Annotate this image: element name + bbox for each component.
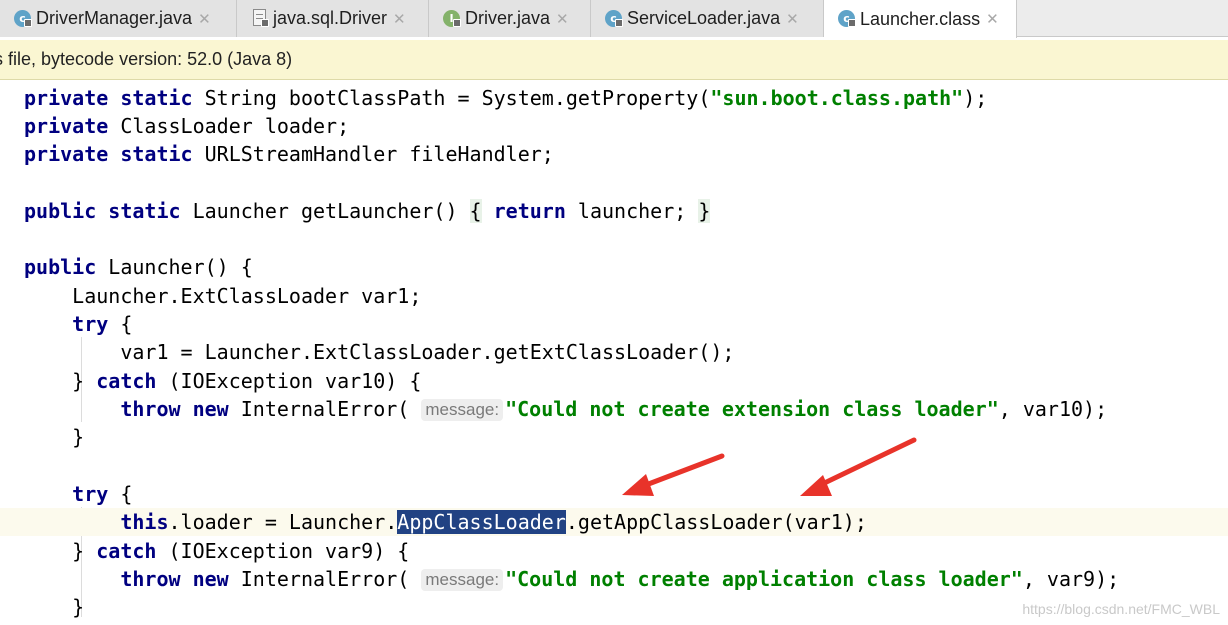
lock-icon xyxy=(261,18,269,27)
file-icon xyxy=(251,8,271,29)
lock-icon xyxy=(615,18,623,27)
red-arrow-2 xyxy=(800,437,917,496)
tab-java-sql-driver[interactable]: java.sql.Driver ✕ xyxy=(237,0,429,37)
close-icon[interactable]: ✕ xyxy=(198,10,211,28)
tab-label: java.sql.Driver xyxy=(273,8,388,28)
close-icon[interactable]: ✕ xyxy=(986,10,999,28)
annotation-arrows xyxy=(622,437,917,496)
tab-serviceloader-java[interactable]: c ServiceLoader.java ✕ xyxy=(591,0,824,37)
decompiled-file-banner: s file, bytecode version: 52.0 (Java 8) xyxy=(0,40,1228,80)
editor-tab-bar: c DriverManager.java ✕ java.sql.Driver ✕… xyxy=(0,0,1228,38)
lock-icon xyxy=(453,18,461,27)
interface-icon: I xyxy=(443,9,463,29)
tab-label: Launcher.class xyxy=(860,8,981,29)
close-icon[interactable]: ✕ xyxy=(393,10,406,28)
tab-label: Driver.java xyxy=(465,8,551,28)
tab-driver-java[interactable]: I Driver.java ✕ xyxy=(429,0,591,37)
class-icon: c xyxy=(605,9,625,29)
close-icon[interactable]: ✕ xyxy=(786,10,799,28)
class-icon: c xyxy=(14,9,34,29)
tab-label: DriverManager.java xyxy=(36,8,193,28)
tab-launcher-class[interactable]: c Launcher.class ✕ xyxy=(824,0,1017,38)
code-editor[interactable]: private static String bootClassPath = Sy… xyxy=(0,82,1228,625)
close-icon[interactable]: ✕ xyxy=(556,10,569,28)
tab-drivermanager-java[interactable]: c DriverManager.java ✕ xyxy=(0,0,237,37)
class-icon: c xyxy=(838,9,858,29)
watermark: https://blog.csdn.net/FMC_WBL xyxy=(1022,601,1220,617)
lock-icon xyxy=(24,18,32,27)
banner-text: s file, bytecode version: 52.0 (Java 8) xyxy=(0,49,293,69)
lock-icon xyxy=(848,19,856,27)
red-arrow-1 xyxy=(622,453,725,496)
tab-label: ServiceLoader.java xyxy=(627,8,781,28)
